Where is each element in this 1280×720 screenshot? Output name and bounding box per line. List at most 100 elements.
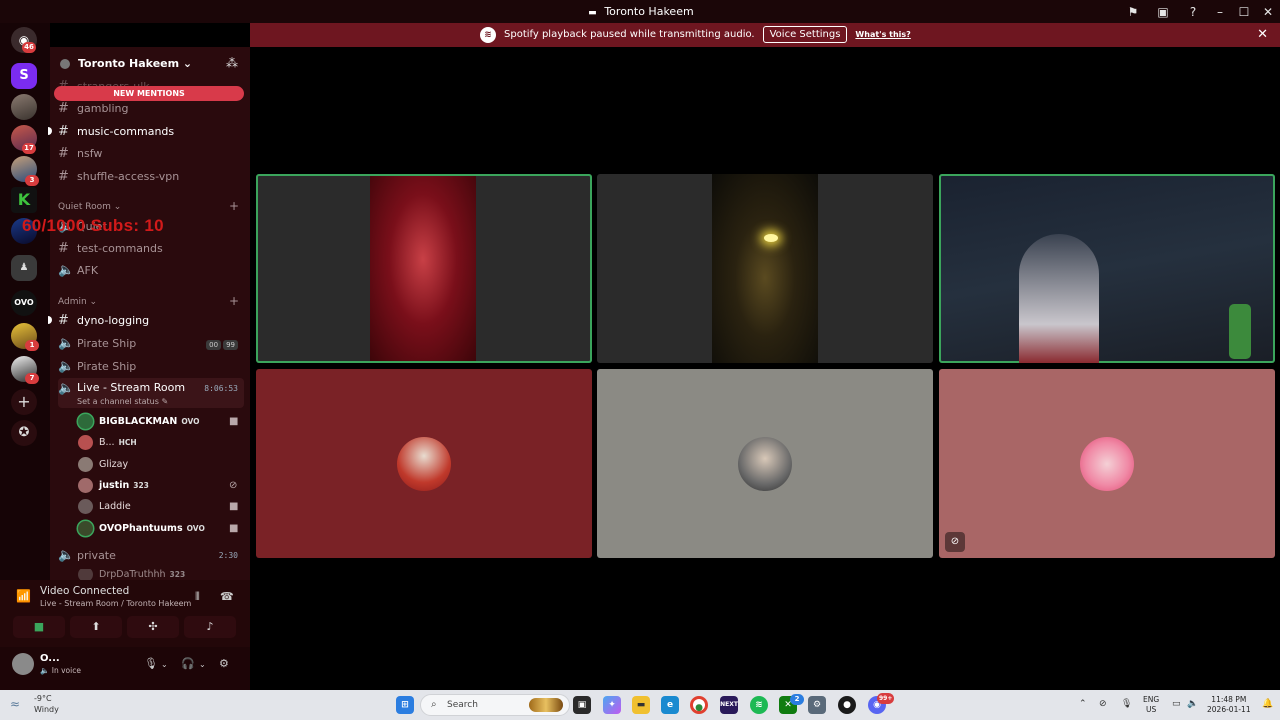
headphones-icon[interactable]: 🎧 xyxy=(181,657,195,670)
discord-badge: 99+ xyxy=(877,693,895,704)
spotify-icon: ≋ xyxy=(480,26,496,43)
voice-member[interactable]: OVOPhantuums OVO xyxy=(78,519,205,537)
channel-test-commands[interactable]: # test-commands xyxy=(58,238,244,258)
notification-bell-icon[interactable]: 🔔 xyxy=(1262,699,1273,709)
explore-icon[interactable]: ✪ xyxy=(11,420,37,446)
server-icon-7[interactable]: ♟ xyxy=(11,255,37,281)
soundboard-button[interactable]: ♪ xyxy=(184,616,236,638)
edge-icon[interactable]: e xyxy=(661,696,679,714)
task-view-icon[interactable]: ▣ xyxy=(573,696,591,714)
hash-icon: # xyxy=(58,123,69,139)
server-icon-1[interactable]: S xyxy=(11,63,37,89)
disconnect-icon[interactable]: ☎ xyxy=(220,590,234,603)
speaker-icon: 🔈 xyxy=(58,262,75,278)
close-notice-icon[interactable]: ✕ xyxy=(1257,27,1268,42)
voice-member[interactable]: B... HCH xyxy=(78,433,137,451)
channel-private[interactable]: 🔈 private 2:30 xyxy=(58,545,244,565)
channel-afk[interactable]: 🔈 AFK xyxy=(58,260,244,280)
user-panel: O... 🔈 In voice 🎙 ⌄ 🎧 ⌄ ⚙ xyxy=(0,647,250,690)
server-boost-icon xyxy=(60,59,70,69)
video-tile-1[interactable] xyxy=(256,174,592,363)
username: O... xyxy=(40,653,60,664)
monitor-icon[interactable]: ▭ xyxy=(1172,699,1181,709)
chevron-down-icon[interactable]: ⌄ xyxy=(161,660,168,669)
muted-mic-icon: ⊘ xyxy=(229,480,238,491)
taskbar-search[interactable]: ⌕ Search xyxy=(420,694,570,716)
file-explorer-icon[interactable]: ▬ xyxy=(632,696,650,714)
copilot-icon[interactable]: ✦ xyxy=(603,696,621,714)
muted-mic-icon: ⊘ xyxy=(945,532,965,552)
spotify-taskbar-icon[interactable]: ≋ xyxy=(750,696,768,714)
voice-member[interactable]: BIGBLACKMAN OVO xyxy=(78,412,200,430)
category-quiet-room[interactable]: Quiet Room ⌄ xyxy=(58,202,121,212)
avatar xyxy=(78,520,93,536)
microphone-tray-icon[interactable]: 🎙 xyxy=(1121,699,1132,709)
invite-people-icon[interactable]: ⁂ xyxy=(226,56,238,70)
close-window-button[interactable]: ✕ xyxy=(1256,5,1280,19)
help-icon[interactable]: ? xyxy=(1178,5,1208,19)
voice-member[interactable]: Glizay xyxy=(78,455,132,473)
settings-gear-icon[interactable]: ⚙ xyxy=(219,657,229,670)
mail-icon[interactable]: ▣ xyxy=(1148,5,1178,19)
set-channel-status[interactable]: Set a channel status ✎ xyxy=(77,397,168,406)
create-channel-icon[interactable]: + xyxy=(229,294,239,308)
language-indicator[interactable]: ENG US xyxy=(1143,695,1159,715)
settings-taskbar-icon[interactable]: ⚙ xyxy=(808,696,826,714)
avatar[interactable] xyxy=(12,653,34,675)
hash-icon: # xyxy=(58,240,69,256)
wind-icon: ≈ xyxy=(10,697,21,711)
camera-button[interactable]: ■ xyxy=(13,616,65,638)
minimize-button[interactable]: – xyxy=(1208,5,1232,19)
channel-music-commands[interactable]: # music-commands xyxy=(58,121,244,141)
voice-member[interactable]: Laddie xyxy=(78,497,135,515)
next-app-icon[interactable]: NEXT xyxy=(720,696,738,714)
chat-badge: 2 xyxy=(790,694,804,705)
whats-this-link[interactable]: What's this? xyxy=(855,30,910,39)
add-server-icon[interactable]: + xyxy=(11,389,37,415)
voice-settings-button[interactable]: Voice Settings xyxy=(762,26,848,43)
screen-share-button[interactable]: ⬆ xyxy=(70,616,122,638)
channel-nsfw[interactable]: # nsfw xyxy=(58,143,244,163)
noise-suppression-icon[interactable]: ⦀ xyxy=(195,590,200,604)
video-feed xyxy=(712,174,818,363)
channel-dyno-logging[interactable]: # dyno-logging xyxy=(58,310,244,330)
chrome-icon[interactable]: ● xyxy=(690,696,708,714)
network-off-icon[interactable]: ⊘ xyxy=(1099,699,1107,709)
voice-member[interactable]: DrpDaTruthhh 323 xyxy=(78,569,185,580)
server-glyph-icon: ▬ xyxy=(588,7,597,18)
video-tile-6[interactable]: ⊘ xyxy=(939,369,1275,558)
inbox-icon[interactable]: ⚑ xyxy=(1118,5,1148,19)
notice-bar: ≋ Spotify playback paused while transmit… xyxy=(250,23,1280,47)
activities-button[interactable]: ✣ xyxy=(127,616,179,638)
search-highlight-icon xyxy=(529,698,563,712)
voice-location[interactable]: Live - Stream Room / Toronto Hakeem xyxy=(40,599,191,608)
server-icon-2[interactable] xyxy=(11,94,37,120)
maximize-button[interactable]: ☐ xyxy=(1232,5,1256,19)
server-icon-8[interactable]: OVO xyxy=(11,290,37,316)
game-app-icon[interactable]: ● xyxy=(838,696,856,714)
video-tile-5[interactable] xyxy=(597,369,933,558)
video-tile-4[interactable] xyxy=(256,369,592,558)
camera-icon: ■ xyxy=(229,523,239,534)
volume-icon[interactable]: 🔈 xyxy=(1187,699,1198,709)
channel-pirate-ship-1[interactable]: 🔈 Pirate Ship 00 99 xyxy=(58,333,244,353)
server-icon-5[interactable]: K xyxy=(11,187,37,213)
category-admin[interactable]: Admin ⌄ xyxy=(58,297,97,307)
microphone-icon[interactable]: 🎙 xyxy=(144,657,158,670)
clock[interactable]: 11:48 PM 2026-01-11 xyxy=(1207,695,1251,715)
video-tile-2[interactable] xyxy=(597,174,933,363)
voice-member[interactable]: justin 323 xyxy=(78,476,149,494)
create-channel-icon[interactable]: + xyxy=(229,199,239,213)
start-windows-icon[interactable]: ⊞ xyxy=(396,696,414,714)
show-hidden-icons[interactable]: ⌃ xyxy=(1079,699,1087,709)
title-bar: ▬ Toronto Hakeem ⚑ ▣ ? – ☐ ✕ xyxy=(0,0,1280,23)
avatar xyxy=(78,498,93,514)
channel-gambling[interactable]: # gambling xyxy=(58,98,244,118)
server-badge-4: 17 xyxy=(22,143,36,154)
channel-pirate-ship-2[interactable]: 🔈 Pirate Ship xyxy=(58,356,244,376)
channel-shuffle-access-vpn[interactable]: # shuffle-access-vpn xyxy=(58,166,244,186)
video-tile-3[interactable] xyxy=(939,174,1275,363)
chevron-down-icon[interactable]: ⌄ xyxy=(199,660,206,669)
avatar xyxy=(738,436,792,491)
speaker-icon: 🔈 xyxy=(58,335,75,351)
